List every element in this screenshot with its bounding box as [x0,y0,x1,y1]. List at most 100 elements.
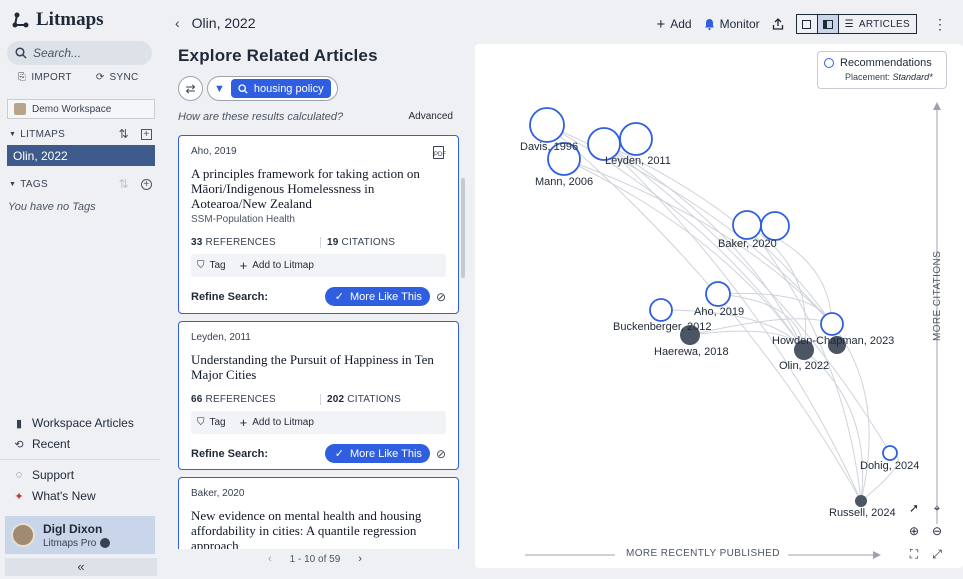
recommendation-node[interactable] [820,312,844,336]
add-button[interactable]: + Add [656,16,691,33]
add-litmap-icon[interactable]: + [141,128,152,140]
support-link[interactable]: ◌ Support [14,468,74,482]
tag-button[interactable]: ⛉ Tag [197,260,226,271]
map-view-button[interactable] [797,15,818,33]
article-list[interactable]: Aho, 2019 PDF A principles framework for… [178,135,468,549]
add-to-litmap-button[interactable]: + Add to Litmap [240,415,314,430]
sort-icon[interactable]: ⇅ [119,127,129,141]
chip-label: housing policy [253,82,324,95]
search-placeholder: Search... [33,46,82,60]
search-icon [238,83,248,94]
node-label[interactable]: Olin, 2022 [779,360,829,372]
article-journal: SSM-Population Health [191,214,295,225]
user-profile[interactable]: Digl Dixon Litmaps Pro [5,516,155,554]
recommendation-node[interactable] [705,281,731,307]
article-title[interactable]: New evidence on mental health and housin… [191,508,446,549]
pdf-icon[interactable]: PDF [433,146,446,159]
zoom-out-icon[interactable]: ⊖ [929,523,945,539]
workspace-articles-label: Workspace Articles [32,416,134,430]
workspace-selector[interactable]: Demo Workspace [7,99,155,119]
shuffle-button[interactable]: ⇄ [178,76,203,101]
list-scrollbar[interactable] [461,178,465,278]
recommendation-node[interactable] [732,210,762,240]
tag-button[interactable]: ⛉ Tag [197,417,226,428]
back-chevron-icon[interactable]: ‹ [175,15,180,31]
screenshot-icon[interactable]: ⛶ [906,546,922,562]
more-like-this-button[interactable]: ✓ More Like This [324,444,430,463]
collapse-sidebar-button[interactable]: « [5,558,157,576]
tag-icon: ⛉ [197,417,205,428]
logo[interactable]: Litmaps [12,9,104,31]
sort-icon[interactable]: ⇅ [119,177,129,191]
recommendation-node[interactable] [529,107,565,143]
fit-view-icon[interactable]: ⤢ [929,546,945,562]
add-tag-icon[interactable]: + [141,178,152,190]
recent-link[interactable]: ⟲ Recent [14,437,70,451]
sidebar-item-olin-2022[interactable]: Olin, 2022 [7,145,155,166]
node-label[interactable]: Dohig, 2024 [860,460,919,472]
workspace-articles-link[interactable]: ▮ Workspace Articles [14,416,134,430]
next-page-icon[interactable]: › [358,553,362,565]
exclude-icon[interactable]: ⊘ [436,447,446,461]
recommendation-ring-icon [824,58,834,68]
more-like-this-button[interactable]: ✓ More Like This [324,287,430,306]
article-meta: Leyden, 2011 [191,332,251,343]
monitor-button[interactable]: Monitor [704,17,760,31]
list-icon: ☰ [844,18,854,30]
articles-view-button[interactable]: ☰ ARTICLES [839,15,916,33]
citation-edge [563,158,833,325]
share-button[interactable] [772,18,784,30]
node-label[interactable]: Leyden, 2011 [605,155,671,167]
how-calculated-link[interactable]: How are these results calculated? [178,111,343,123]
node-label[interactable]: Baker, 2020 [718,238,777,250]
litmaps-section-header[interactable]: ▼ LITMAPS ⇅ + [9,127,152,141]
pointer-tool-icon[interactable]: ➚ [906,500,922,516]
article-card[interactable]: Aho, 2019 PDF A principles framework for… [178,135,459,314]
locate-icon[interactable]: ⌖ [929,500,945,516]
book-icon: ▮ [15,417,23,430]
node-label[interactable]: Haerewa, 2018 [654,346,729,358]
search-input[interactable]: Search... [7,41,152,65]
article-card[interactable]: Baker, 2020 New evidence on mental healt… [178,477,459,549]
plus-icon: + [239,258,248,273]
node-label[interactable]: Buckenberger, 2012 [613,321,711,333]
references-count: 66 REFERENCES [191,393,321,405]
node-label[interactable]: Howden-Chapman, 2023 [772,335,894,347]
page-title: Olin, 2022 [191,15,256,31]
prev-page-icon[interactable]: ‹ [268,553,272,565]
zoom-in-icon[interactable]: ⊕ [906,523,922,539]
node-label[interactable]: Davis, 1996 [520,141,578,153]
tags-section-header[interactable]: ▼ TAGS ⇅ + [9,177,152,191]
double-chevron-left-icon: « [77,559,85,574]
search-chip[interactable]: housing policy [230,79,331,98]
more-options-icon[interactable]: ⋮ [933,16,947,33]
tags-header-label: TAGS [20,178,48,190]
recommendations-legend[interactable]: Recommendations Placement: Standard* [817,51,947,89]
sparkle-icon: ✦ [14,490,24,503]
node-label[interactable]: Aho, 2019 [694,306,744,318]
pro-badge-icon [100,538,111,548]
add-to-litmap-button[interactable]: + Add to Litmap [240,258,314,273]
recommendation-node[interactable] [649,298,673,322]
sync-button[interactable]: ⟳ SYNC [96,72,139,83]
citation-map[interactable]: Recommendations Placement: Standard* Dav… [475,44,963,568]
explore-title: Explore Related Articles [178,46,378,65]
split-view-button[interactable] [817,15,839,33]
recommendation-node[interactable] [619,122,653,156]
whats-new-link[interactable]: ✦ What's New [14,489,95,503]
filter-pill[interactable]: ▼ housing policy [207,76,338,101]
recommendation-node[interactable] [882,445,898,461]
article-card[interactable]: Leyden, 2011 Understanding the Pursuit o… [178,321,459,470]
article-title[interactable]: A principles framework for taking action… [191,166,446,211]
exclude-icon[interactable]: ⊘ [436,290,446,304]
article-title[interactable]: Understanding the Pursuit of Happiness i… [191,352,446,382]
article-meta: Baker, 2020 [191,488,245,499]
app-name: Litmaps [36,9,104,30]
recommendation-node[interactable] [760,211,790,241]
import-button[interactable]: ⎘ IMPORT [18,72,72,83]
references-count: 33 REFERENCES [191,236,321,248]
advanced-button[interactable]: Advanced [409,111,453,123]
node-label[interactable]: Mann, 2006 [535,176,593,188]
seed-node[interactable] [855,495,867,507]
node-label[interactable]: Russell, 2024 [829,507,896,519]
